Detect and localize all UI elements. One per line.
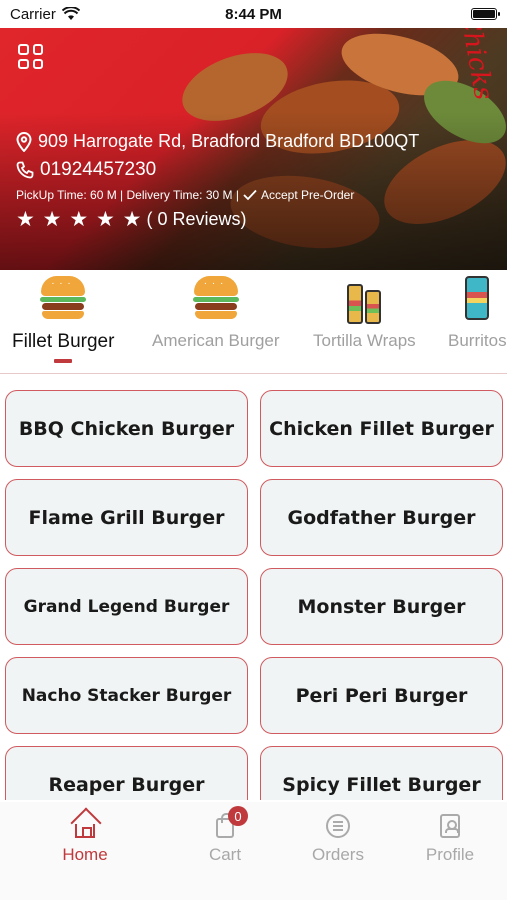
tab-cart-label: Cart <box>208 845 242 864</box>
burger-icon <box>192 276 240 324</box>
burger-icon <box>39 276 87 324</box>
carrier-group: Carrier <box>10 6 80 23</box>
profile-icon <box>437 814 463 840</box>
address-text: 909 Harrogate Rd, Bradford Bradford BD10… <box>38 131 420 151</box>
tab-orders[interactable]: Orders <box>288 814 388 865</box>
cart-count-badge: 0 <box>228 806 248 826</box>
clock: 8:44 PM <box>225 5 282 23</box>
battery-icon <box>471 8 500 20</box>
menu-items-grid: BBQ Chicken Burger Chicken Fillet Burger… <box>0 388 507 800</box>
phone-icon <box>16 161 34 179</box>
menu-item-peri-peri-burger[interactable]: Peri Peri Burger <box>260 657 503 734</box>
wrap-icon <box>340 276 388 324</box>
menu-item-chicken-fillet-burger[interactable]: Chicken Fillet Burger <box>260 390 503 467</box>
address-row: 909 Harrogate Rd, Bradford Bradford BD10… <box>16 131 419 152</box>
tab-orders-label: Orders <box>312 845 364 864</box>
category-label: Burritos <box>448 331 507 350</box>
menu-item-reaper-burger[interactable]: Reaper Burger <box>5 746 248 800</box>
wifi-icon <box>61 7 80 20</box>
tab-home[interactable]: Home <box>35 814 135 865</box>
rating-row: ★ ★ ★ ★ ★ ( 0 Reviews) <box>16 207 419 232</box>
menu-item-nacho-stacker-burger[interactable]: Nacho Stacker Burger <box>5 657 248 734</box>
checkmark-icon <box>243 189 257 201</box>
menu-item-monster-burger[interactable]: Monster Burger <box>260 568 503 645</box>
category-label: American Burger <box>152 331 280 350</box>
carrier-label: Carrier <box>10 5 56 23</box>
category-label: Fillet Burger <box>12 331 115 352</box>
reviews-count: ( 0 Reviews) <box>146 209 247 229</box>
category-tabs: Fillet Burger American Burger Tortilla W… <box>0 270 507 374</box>
home-icon <box>72 814 98 840</box>
location-pin-icon <box>16 131 32 152</box>
status-bar: Carrier 8:44 PM <box>0 0 507 28</box>
category-label: Tortilla Wraps <box>313 331 416 350</box>
category-tab-american-burger[interactable]: American Burger <box>152 270 280 351</box>
category-tab-burritos[interactable]: Burritos <box>448 270 507 351</box>
preorder-text: Accept Pre-Order <box>260 188 355 202</box>
active-tab-indicator <box>54 359 73 363</box>
bottom-tab-bar: Home 0 Cart Orders Profile <box>0 802 507 900</box>
menu-item-bbq-chicken-burger[interactable]: BBQ Chicken Burger <box>5 390 248 467</box>
tab-cart[interactable]: 0 Cart <box>175 806 275 865</box>
orders-icon <box>325 814 351 840</box>
menu-item-flame-grill-burger[interactable]: Flame Grill Burger <box>5 479 248 556</box>
restaurant-banner: ChilliChicks 909 Harrogate Rd, Bradford … <box>0 27 507 270</box>
service-times-row: PickUp Time: 60 M | Delivery Time: 30 M … <box>16 188 419 202</box>
category-tab-fillet-burger[interactable]: Fillet Burger <box>12 270 114 363</box>
menu-item-godfather-burger[interactable]: Godfather Burger <box>260 479 503 556</box>
cart-icon: 0 <box>212 806 248 840</box>
phone-text: 01924457230 <box>40 159 157 180</box>
phone-row[interactable]: 01924457230 <box>16 159 419 181</box>
tab-home-label: Home <box>62 845 108 864</box>
menu-grid-icon[interactable] <box>18 44 43 69</box>
restaurant-info: 909 Harrogate Rd, Bradford Bradford BD10… <box>16 131 419 232</box>
tab-profile-label: Profile <box>425 845 475 864</box>
menu-item-grand-legend-burger[interactable]: Grand Legend Burger <box>5 568 248 645</box>
menu-item-spicy-fillet-burger[interactable]: Spicy Fillet Burger <box>260 746 503 800</box>
category-tab-tortilla-wraps[interactable]: Tortilla Wraps <box>313 270 416 351</box>
burrito-icon <box>453 276 501 324</box>
rating-stars-icon: ★ ★ ★ ★ ★ <box>16 208 143 231</box>
service-times-text: PickUp Time: 60 M | Delivery Time: 30 M … <box>16 188 239 202</box>
tab-profile[interactable]: Profile <box>400 814 500 865</box>
